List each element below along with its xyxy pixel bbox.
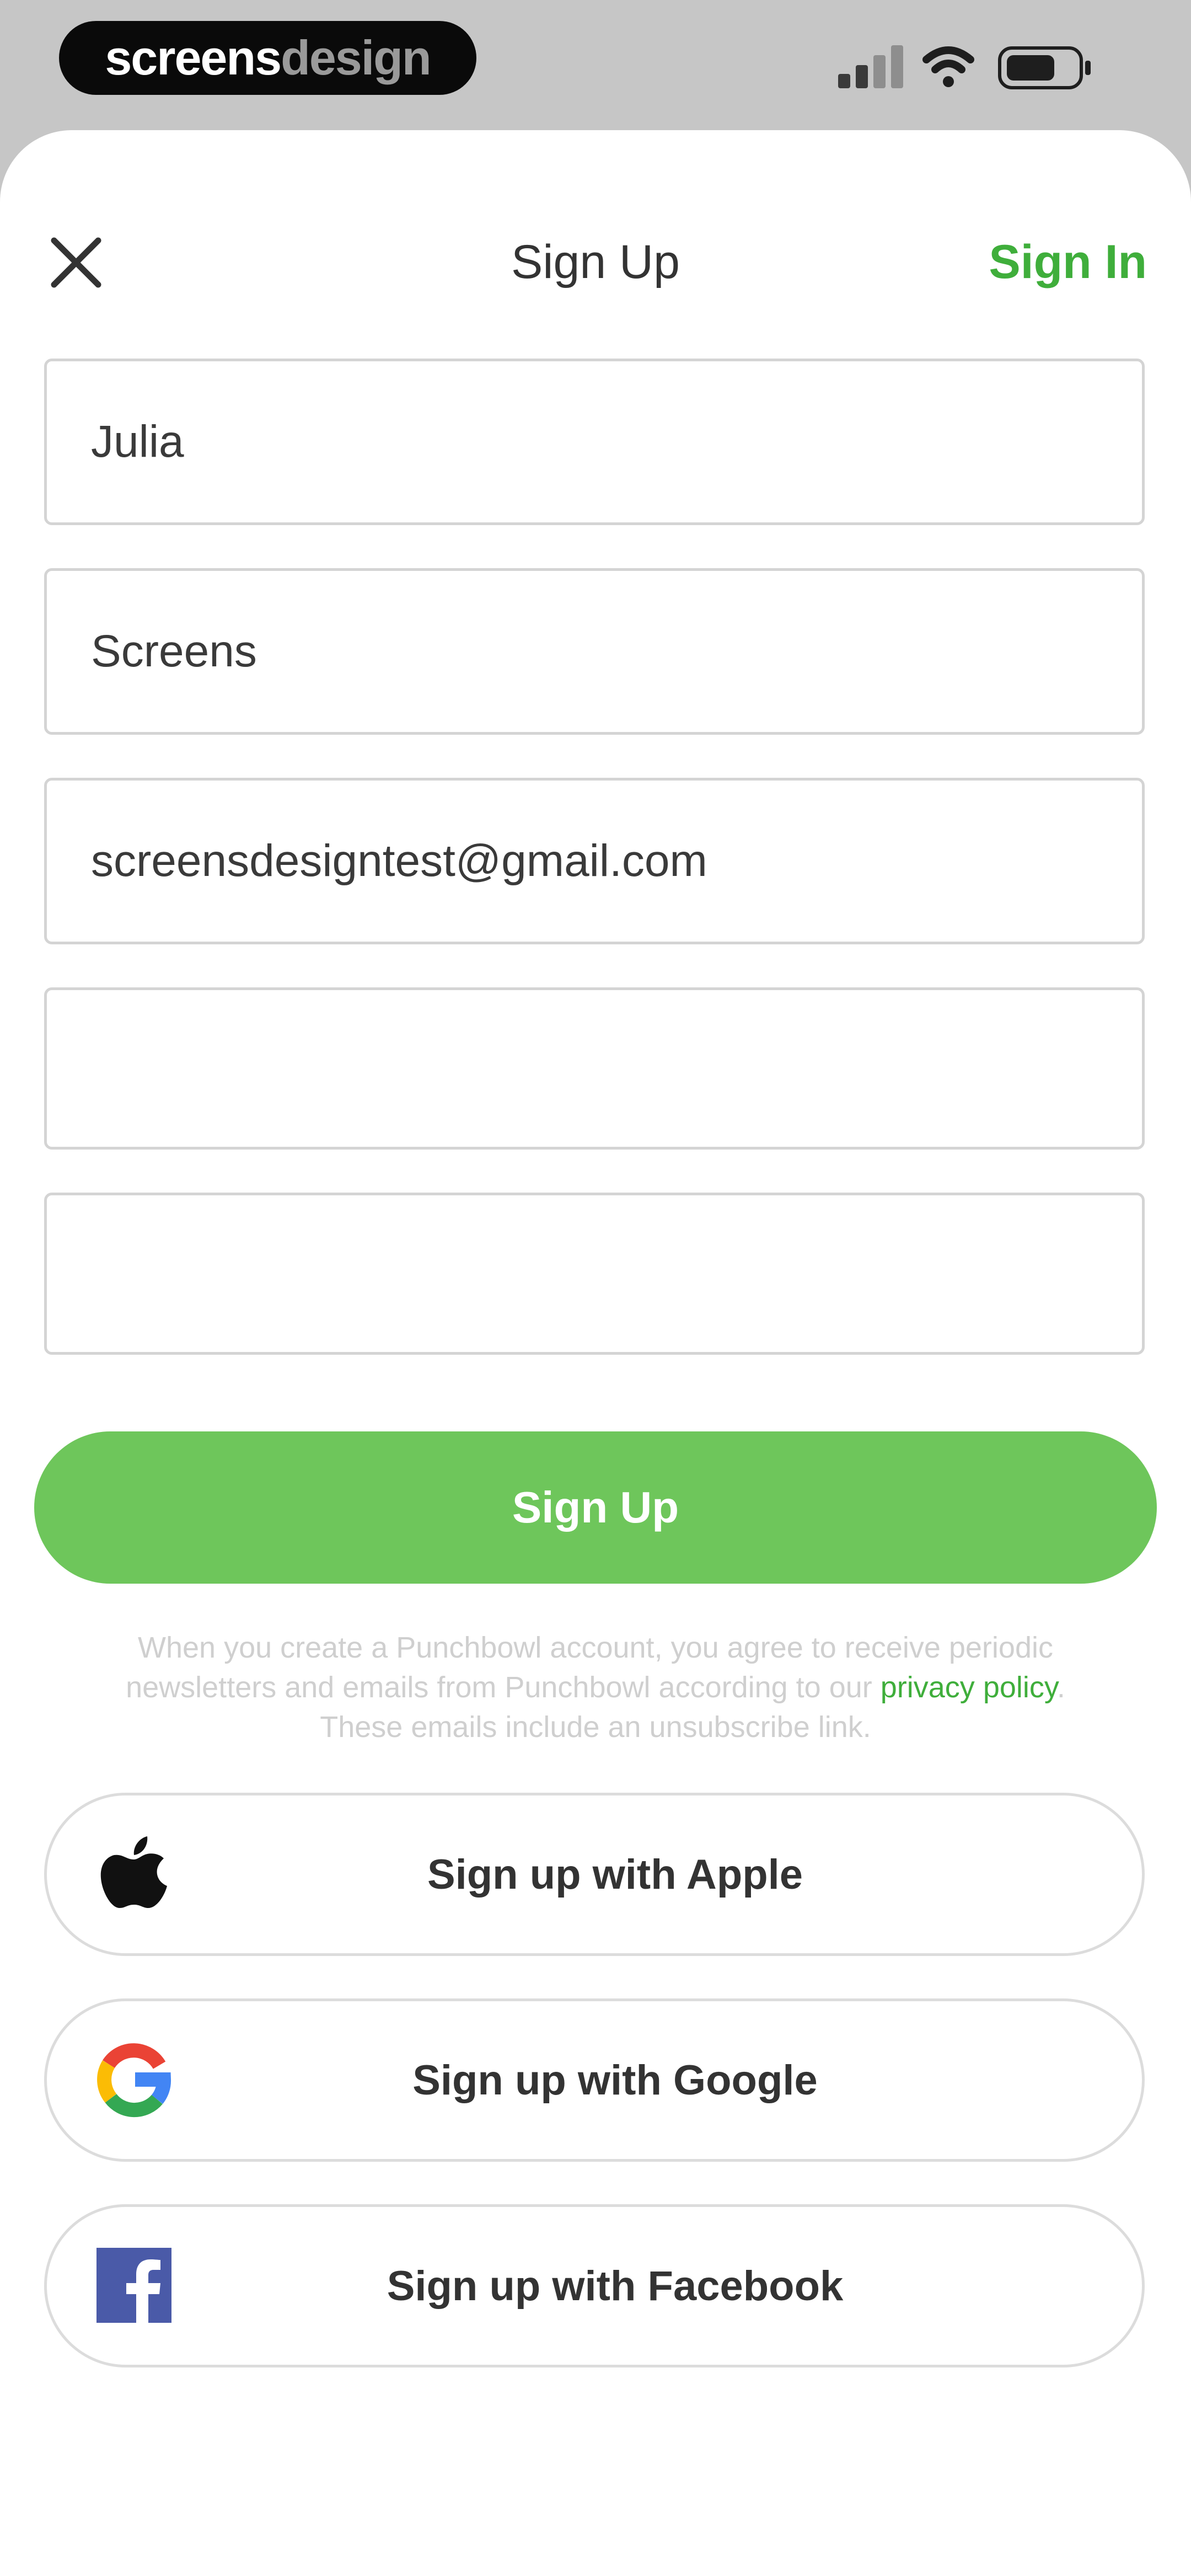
sign-up-button[interactable]: Sign Up (34, 1431, 1157, 1584)
legal-notice: When you create a Punchbowl account, you… (83, 1628, 1108, 1747)
sign-up-apple-button[interactable]: Sign up with Apple (44, 1793, 1145, 1956)
cellular-signal-icon (838, 45, 903, 88)
email-field[interactable]: screensdesigntest@gmail.com (44, 778, 1145, 944)
sign-up-google-label: Sign up with Google (412, 2056, 818, 2104)
sign-up-facebook-label: Sign up with Facebook (387, 2262, 844, 2310)
sign-in-link[interactable]: Sign In (989, 235, 1147, 290)
sign-up-apple-label: Sign up with Apple (427, 1851, 803, 1898)
brand-logo-part1: screens (105, 30, 282, 85)
battery-icon (998, 46, 1091, 89)
status-bar-icons (838, 45, 1091, 89)
password-field[interactable] (44, 987, 1145, 1150)
privacy-policy-link[interactable]: privacy policy (881, 1671, 1057, 1704)
sign-up-facebook-button[interactable]: Sign up with Facebook (44, 2204, 1145, 2367)
first-name-field[interactable]: Julia (44, 359, 1145, 525)
confirm-password-field[interactable] (44, 1193, 1145, 1355)
sign-up-google-button[interactable]: Sign up with Google (44, 1998, 1145, 2162)
brand-logo-part2: design (281, 30, 432, 85)
sign-up-sheet: Sign Up Sign In Julia Screens screensdes… (0, 130, 1191, 2576)
last-name-field[interactable]: Screens (44, 568, 1145, 735)
wifi-icon (922, 46, 974, 87)
brand-logo: screens design (59, 21, 476, 95)
